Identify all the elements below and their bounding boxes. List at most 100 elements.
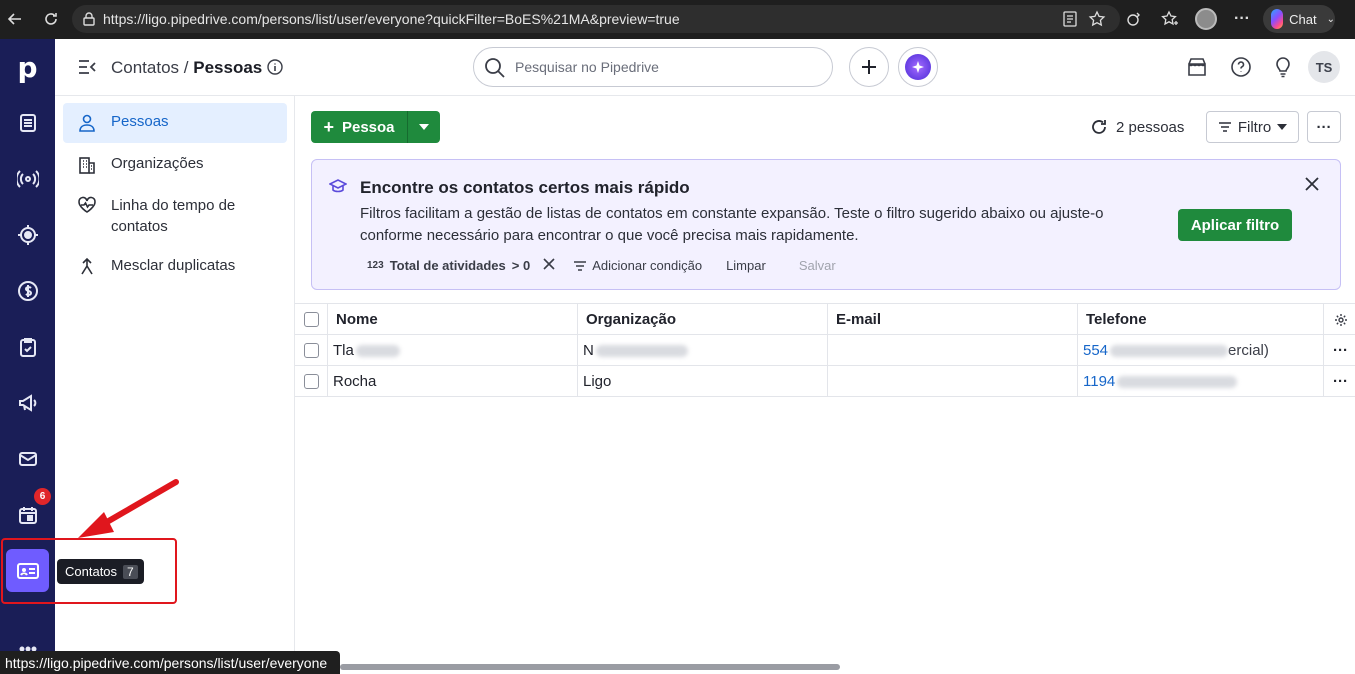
record-count-label: 2 pessoas (1116, 118, 1185, 136)
leads-icon[interactable] (0, 99, 55, 147)
subnav-item-organizacoes[interactable]: Organizações (63, 145, 287, 185)
extensions-icon[interactable] (1124, 8, 1146, 30)
calendar-notification-badge: 6 (34, 488, 51, 505)
add-person-button-group: + Pessoa (311, 111, 440, 143)
user-avatar[interactable]: TS (1308, 51, 1340, 83)
plus-icon: + (323, 116, 334, 137)
reload-icon[interactable] (40, 8, 62, 30)
filter-lines-icon (1218, 122, 1231, 132)
dollar-icon[interactable] (0, 267, 55, 315)
subnav-item-pessoas[interactable]: Pessoas (63, 103, 287, 143)
row-actions-button[interactable]: ··· (1324, 335, 1355, 366)
pipedrive-logo[interactable]: p (0, 43, 55, 91)
column-header-nome[interactable]: Nome (328, 304, 578, 335)
copilot-icon (1271, 9, 1284, 29)
help-icon[interactable] (1229, 55, 1253, 79)
clear-button[interactable]: Limpar (726, 258, 766, 273)
email-cell[interactable] (828, 366, 1078, 397)
column-settings-gear-icon[interactable] (1324, 304, 1355, 335)
banner-text: Filtros facilitam a gestão de listas de … (360, 205, 1104, 244)
row-actions-button[interactable]: ··· (1324, 366, 1355, 397)
add-condition-label: Adicionar condição (592, 258, 703, 273)
favorite-star-icon[interactable] (1088, 10, 1106, 33)
site-info-icon[interactable] (82, 11, 96, 32)
person-name-cell[interactable]: Tla (328, 335, 578, 366)
organization-cell[interactable]: N (578, 335, 828, 366)
favorites-icon[interactable] (1159, 8, 1181, 30)
person-name: Rocha (333, 373, 377, 390)
organization-name: Ligo (583, 373, 612, 390)
column-header-telefone[interactable]: Telefone (1078, 304, 1324, 335)
banner-title: Encontre os contatos certos mais rápido (360, 178, 690, 197)
back-icon[interactable] (4, 8, 26, 30)
save-button[interactable]: Salvar (799, 258, 836, 273)
search-placeholder: Pesquisar no Pipedrive (515, 59, 659, 75)
quick-add-button[interactable] (849, 47, 889, 87)
add-person-button[interactable]: + Pessoa (311, 111, 408, 143)
deals-target-icon[interactable] (0, 211, 55, 259)
organization-name: N (583, 342, 594, 359)
breadcrumb-separator: / (183, 58, 189, 77)
filter-button[interactable]: Filtro (1206, 111, 1299, 143)
broadcast-icon[interactable] (0, 155, 55, 203)
top-header: Contatos / Pessoas Pesquisar no Pipedriv… (55, 39, 1355, 96)
ai-assistant-button[interactable] (898, 47, 938, 87)
phone-link[interactable]: 554 (1083, 342, 1108, 359)
remove-condition-icon[interactable] (542, 257, 556, 274)
collapse-menu-icon[interactable] (77, 58, 97, 81)
page-title: Pessoas (193, 58, 263, 77)
subnav-item-linha-do-tempo[interactable]: Linha do tempo de contatos (63, 185, 287, 247)
refresh-icon[interactable] (1090, 118, 1108, 136)
subnav-item-label: Mesclar duplicatas (111, 257, 236, 274)
close-banner-icon[interactable] (1305, 177, 1319, 196)
table-row[interactable]: Tla N 554 ercial) ··· (295, 335, 1355, 366)
add-person-dropdown-button[interactable] (408, 111, 440, 143)
phone-label: ercial) (1228, 342, 1269, 359)
organization-cell[interactable]: Ligo (578, 366, 828, 397)
numeric-field-icon: 123 (367, 260, 384, 271)
address-bar[interactable]: https://ligo.pipedrive.com/persons/list/… (72, 5, 1120, 33)
highlight-box-annotation (1, 538, 177, 604)
tips-lightbulb-icon[interactable] (1271, 55, 1295, 79)
profile-icon[interactable] (1195, 8, 1217, 30)
chat-label: Chat (1289, 11, 1317, 27)
link-preview-statusbar: https://ligo.pipedrive.com/persons/list/… (0, 651, 340, 674)
more-options-icon[interactable]: ··· (1231, 8, 1253, 30)
add-person-label: Pessoa (341, 118, 395, 136)
subnav-item-mesclar-duplicatas[interactable]: Mesclar duplicatas (63, 247, 287, 287)
person-name-cell[interactable]: Rocha (328, 366, 578, 397)
phone-cell[interactable]: 554 ercial) (1078, 335, 1324, 366)
reader-mode-icon[interactable] (1062, 10, 1078, 33)
info-icon[interactable] (267, 59, 283, 80)
campaigns-megaphone-icon[interactable] (0, 379, 55, 427)
more-actions-button[interactable]: ··· (1307, 111, 1341, 143)
add-condition-button[interactable]: Adicionar condição (574, 258, 702, 273)
row-checkbox[interactable] (295, 366, 328, 397)
copilot-chat-button[interactable]: Chat ⌄ (1263, 5, 1335, 33)
horizontal-scrollbar[interactable] (340, 664, 840, 670)
table-header-row: Nome Organização E-mail Telefone (295, 303, 1355, 335)
apply-filter-button[interactable]: Aplicar filtro (1178, 209, 1292, 241)
select-all-checkbox[interactable] (295, 304, 328, 335)
phone-cell[interactable]: 1194 (1078, 366, 1324, 397)
tasks-clipboard-icon[interactable] (0, 323, 55, 371)
table-row[interactable]: Rocha Ligo 1194 ··· (295, 366, 1355, 397)
browser-toolbar: https://ligo.pipedrive.com/persons/list/… (0, 0, 1355, 39)
breadcrumb: Contatos / Pessoas (111, 58, 283, 80)
search-icon (484, 57, 506, 84)
subnav-item-label: Pessoas (111, 113, 169, 130)
breadcrumb-parent[interactable]: Contatos (111, 58, 179, 77)
email-cell[interactable] (828, 335, 1078, 366)
column-header-organizacao[interactable]: Organização (578, 304, 828, 335)
filter-lines-icon (574, 260, 587, 271)
mail-icon[interactable] (0, 435, 55, 483)
phone-link[interactable]: 1194 (1083, 373, 1115, 390)
subnav-item-label: Organizações (111, 155, 204, 172)
column-header-email[interactable]: E-mail (828, 304, 1078, 335)
chevron-down-icon: ⌄ (1326, 13, 1335, 25)
merge-icon (81, 257, 93, 275)
search-input[interactable]: Pesquisar no Pipedrive (473, 47, 833, 87)
marketplace-icon[interactable] (1185, 55, 1209, 79)
row-checkbox[interactable] (295, 335, 328, 366)
caret-down-icon (419, 124, 429, 130)
